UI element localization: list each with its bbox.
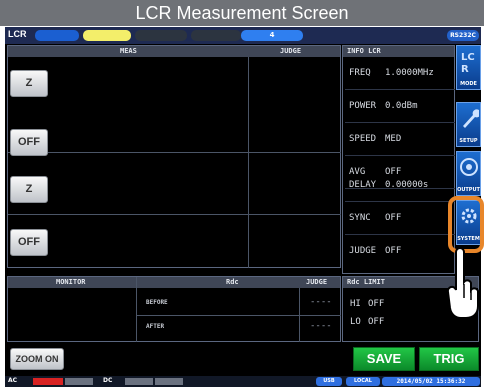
mode-button[interactable]: LC R MODE [456, 45, 481, 90]
usb-badge: USB [316, 377, 342, 386]
info-panel-header: INFO LCR [343, 46, 454, 57]
info-label: FREQ [349, 68, 371, 78]
toolbar-tab-center[interactable]: 4 [241, 30, 303, 41]
info-row-sync: SYNC OFF [345, 202, 455, 235]
info-header-label: INFO LCR [347, 47, 381, 55]
meas-judge-divider [248, 57, 249, 268]
output-button[interactable]: OUTPUT [456, 151, 481, 196]
save-button[interactable]: SAVE [353, 347, 415, 371]
meas-row-divider-2 [8, 214, 341, 215]
meas-header-label: MEAS [120, 47, 137, 55]
meas-param-button-3[interactable]: Z [10, 176, 48, 203]
mode-label: LCR [8, 29, 27, 39]
datetime-badge: 2014/05/02 15:36:32 [382, 377, 480, 386]
usb-label: USB [323, 378, 335, 384]
monitor-header-label: MONITOR [56, 278, 86, 286]
ac-indicator-gray [65, 378, 93, 385]
monitor-divider-1 [136, 277, 137, 342]
ac-indicator-red [33, 378, 63, 385]
info-value: 0.00000s [385, 180, 429, 190]
info-value: MED [385, 134, 402, 144]
local-label: LOCAL [354, 378, 372, 384]
hand-pointer-icon [447, 248, 479, 319]
meas-param-button-2[interactable]: OFF [10, 129, 48, 156]
before-judge-value: ---- [310, 297, 332, 307]
rs232c-badge: RS232C [447, 30, 479, 41]
info-row-speed: SPEED MED [345, 123, 455, 156]
output-button-label: OUTPUT [457, 187, 480, 193]
toolbar-tab-yellow[interactable] [83, 30, 131, 41]
meas-row-divider-1 [8, 152, 341, 153]
zoom-on-button[interactable]: ZOOM ON [10, 348, 64, 370]
meas-panel: MEAS JUDGE [7, 45, 341, 268]
info-label: POWER [349, 101, 377, 111]
system-highlight [448, 196, 484, 253]
status-bar: AC DC USB LOCAL 2014/05/02 15:36:32 [5, 376, 481, 387]
info-label: SPEED [349, 134, 377, 144]
info-row-judge: JUDGE OFF [345, 235, 455, 268]
rdc-header-label: Rdc [226, 278, 239, 286]
hi-label: HI [350, 299, 361, 309]
info-label: DELAY [349, 180, 377, 190]
wrench-icon [463, 109, 479, 128]
monitor-judge-header-label: JUDGE [306, 278, 328, 286]
center-tab-label: 4 [269, 31, 275, 39]
lo-label: LO [350, 317, 361, 327]
before-label: BEFORE [146, 299, 168, 306]
rdc-limit-header-label: Rdc LIMIT [347, 278, 385, 286]
monitor-panel-header: MONITOR Rdc JUDGE [8, 277, 340, 288]
info-value: OFF [385, 213, 402, 223]
trig-button[interactable]: TRIG [419, 347, 479, 371]
info-row-power: POWER 0.0dBm [345, 90, 455, 123]
info-value: 0.0dBm [385, 101, 418, 111]
rs232c-label: RS232C [450, 32, 476, 39]
info-value: OFF [385, 246, 402, 256]
toolbar-tab-empty-1[interactable] [135, 30, 187, 41]
meas-param-button-1[interactable]: Z [10, 70, 48, 97]
info-label: JUDGE [349, 246, 377, 256]
meas-panel-header: MEAS JUDGE [8, 46, 340, 57]
toolbar-tab-empty-2[interactable] [191, 30, 241, 41]
target-icon [460, 158, 478, 176]
mode-button-label: MODE [460, 81, 477, 87]
judge-header-label: JUDGE [280, 47, 302, 55]
dc-indicator-1 [125, 378, 153, 385]
info-label: SYNC [349, 213, 371, 223]
svg-text:R: R [461, 64, 469, 74]
meas-param-button-4[interactable]: OFF [10, 229, 48, 256]
info-row-delay: DELAY 0.00000s [345, 169, 455, 202]
monitor-panel: MONITOR Rdc JUDGE [7, 276, 341, 342]
dc-label: DC [103, 377, 113, 384]
lcr-mode-icon: LCR [461, 52, 475, 74]
info-value: 1.0000MHz [385, 68, 434, 78]
instrument-screen: LCR 4 RS232C MEAS JUDGE Z OFF Z OFF INFO… [5, 27, 481, 387]
caption-text: LCR Measurement Screen [135, 3, 349, 23]
setup-button-label: SETUP [459, 138, 478, 144]
caption-bar: LCR Measurement Screen [0, 0, 484, 26]
after-label: AFTER [146, 323, 165, 330]
toolbar-tab-blue[interactable] [35, 30, 79, 41]
after-judge-value: ---- [310, 321, 332, 331]
ac-label: AC [8, 377, 18, 384]
local-badge: LOCAL [346, 377, 380, 386]
top-toolbar: LCR 4 RS232C [5, 27, 481, 44]
setup-button[interactable]: SETUP [456, 102, 481, 147]
info-row-freq: FREQ 1.0000MHz [345, 57, 455, 90]
monitor-row-divider [136, 315, 341, 316]
lo-value: OFF [368, 317, 385, 327]
datetime-label: 2014/05/02 15:36:32 [396, 378, 466, 385]
svg-text:LC: LC [461, 52, 475, 63]
dc-indicator-2 [155, 378, 183, 385]
hi-value: OFF [368, 299, 385, 309]
